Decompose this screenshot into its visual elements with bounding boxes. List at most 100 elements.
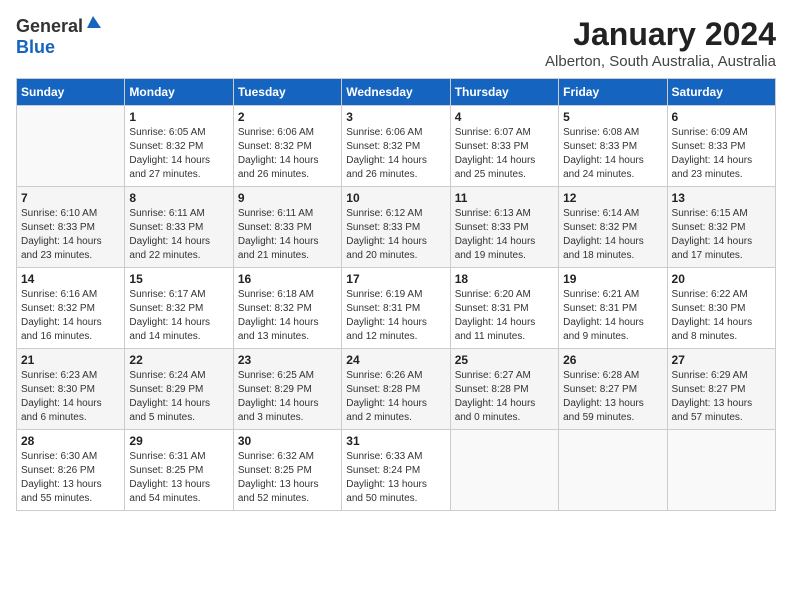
- cell-sunrise: Sunrise: 6:24 AM: [129, 369, 228, 383]
- cell-sunrise: Sunrise: 6:12 AM: [346, 207, 445, 221]
- cell-sunrise: Sunrise: 6:10 AM: [21, 207, 120, 221]
- calendar-week-row: 7 Sunrise: 6:10 AM Sunset: 8:33 PM Dayli…: [17, 187, 776, 268]
- cell-sunrise: Sunrise: 6:08 AM: [563, 126, 662, 140]
- day-number: 1: [129, 110, 228, 124]
- table-row: 13 Sunrise: 6:15 AM Sunset: 8:32 PM Dayl…: [667, 187, 775, 268]
- cell-daylight: Daylight: 14 hours and 26 minutes.: [346, 154, 445, 182]
- cell-sunrise: Sunrise: 6:09 AM: [672, 126, 771, 140]
- cell-sunrise: Sunrise: 6:32 AM: [238, 450, 337, 464]
- cell-sunset: Sunset: 8:29 PM: [238, 383, 337, 397]
- cell-daylight: Daylight: 14 hours and 18 minutes.: [563, 235, 662, 263]
- table-row: 12 Sunrise: 6:14 AM Sunset: 8:32 PM Dayl…: [559, 187, 667, 268]
- cell-sunset: Sunset: 8:33 PM: [563, 140, 662, 154]
- cell-sunrise: Sunrise: 6:15 AM: [672, 207, 771, 221]
- table-row: 28 Sunrise: 6:30 AM Sunset: 8:26 PM Dayl…: [17, 430, 125, 511]
- table-row: 23 Sunrise: 6:25 AM Sunset: 8:29 PM Dayl…: [233, 349, 341, 430]
- cell-sunrise: Sunrise: 6:30 AM: [21, 450, 120, 464]
- table-row: 2 Sunrise: 6:06 AM Sunset: 8:32 PM Dayli…: [233, 106, 341, 187]
- calendar-week-row: 1 Sunrise: 6:05 AM Sunset: 8:32 PM Dayli…: [17, 106, 776, 187]
- cell-daylight: Daylight: 14 hours and 23 minutes.: [672, 154, 771, 182]
- title-block: January 2024 Alberton, South Australia, …: [545, 16, 776, 70]
- table-row: 22 Sunrise: 6:24 AM Sunset: 8:29 PM Dayl…: [125, 349, 233, 430]
- table-row: 27 Sunrise: 6:29 AM Sunset: 8:27 PM Dayl…: [667, 349, 775, 430]
- table-row: 24 Sunrise: 6:26 AM Sunset: 8:28 PM Dayl…: [342, 349, 450, 430]
- cell-sunset: Sunset: 8:30 PM: [672, 302, 771, 316]
- page-header: General Blue January 2024 Alberton, Sout…: [16, 16, 776, 70]
- col-sunday: Sunday: [17, 79, 125, 106]
- cell-daylight: Daylight: 13 hours and 59 minutes.: [563, 397, 662, 425]
- cell-sunrise: Sunrise: 6:11 AM: [129, 207, 228, 221]
- table-row: 3 Sunrise: 6:06 AM Sunset: 8:32 PM Dayli…: [342, 106, 450, 187]
- day-number: 14: [21, 272, 120, 286]
- cell-daylight: Daylight: 13 hours and 57 minutes.: [672, 397, 771, 425]
- cell-sunrise: Sunrise: 6:29 AM: [672, 369, 771, 383]
- cell-sunrise: Sunrise: 6:06 AM: [238, 126, 337, 140]
- cell-sunset: Sunset: 8:31 PM: [346, 302, 445, 316]
- table-row: [450, 430, 558, 511]
- cell-sunrise: Sunrise: 6:33 AM: [346, 450, 445, 464]
- table-row: 8 Sunrise: 6:11 AM Sunset: 8:33 PM Dayli…: [125, 187, 233, 268]
- cell-daylight: Daylight: 13 hours and 50 minutes.: [346, 478, 445, 506]
- table-row: 16 Sunrise: 6:18 AM Sunset: 8:32 PM Dayl…: [233, 268, 341, 349]
- day-number: 11: [455, 191, 554, 205]
- cell-sunrise: Sunrise: 6:14 AM: [563, 207, 662, 221]
- location-subtitle: Alberton, South Australia, Australia: [545, 53, 776, 70]
- header-row: Sunday Monday Tuesday Wednesday Thursday…: [17, 79, 776, 106]
- table-row: 4 Sunrise: 6:07 AM Sunset: 8:33 PM Dayli…: [450, 106, 558, 187]
- cell-daylight: Daylight: 14 hours and 3 minutes.: [238, 397, 337, 425]
- cell-sunrise: Sunrise: 6:17 AM: [129, 288, 228, 302]
- table-row: 11 Sunrise: 6:13 AM Sunset: 8:33 PM Dayl…: [450, 187, 558, 268]
- cell-sunset: Sunset: 8:32 PM: [238, 140, 337, 154]
- day-number: 26: [563, 353, 662, 367]
- calendar-header: Sunday Monday Tuesday Wednesday Thursday…: [17, 79, 776, 106]
- cell-daylight: Daylight: 14 hours and 12 minutes.: [346, 316, 445, 344]
- table-row: [17, 106, 125, 187]
- cell-daylight: Daylight: 14 hours and 16 minutes.: [21, 316, 120, 344]
- cell-daylight: Daylight: 14 hours and 8 minutes.: [672, 316, 771, 344]
- calendar-body: 1 Sunrise: 6:05 AM Sunset: 8:32 PM Dayli…: [17, 106, 776, 511]
- day-number: 29: [129, 434, 228, 448]
- cell-sunrise: Sunrise: 6:13 AM: [455, 207, 554, 221]
- col-saturday: Saturday: [667, 79, 775, 106]
- cell-sunset: Sunset: 8:33 PM: [129, 221, 228, 235]
- cell-sunset: Sunset: 8:31 PM: [563, 302, 662, 316]
- cell-daylight: Daylight: 14 hours and 13 minutes.: [238, 316, 337, 344]
- col-tuesday: Tuesday: [233, 79, 341, 106]
- cell-sunset: Sunset: 8:33 PM: [672, 140, 771, 154]
- table-row: 19 Sunrise: 6:21 AM Sunset: 8:31 PM Dayl…: [559, 268, 667, 349]
- cell-daylight: Daylight: 14 hours and 5 minutes.: [129, 397, 228, 425]
- cell-sunrise: Sunrise: 6:31 AM: [129, 450, 228, 464]
- cell-daylight: Daylight: 14 hours and 26 minutes.: [238, 154, 337, 182]
- day-number: 12: [563, 191, 662, 205]
- month-title: January 2024: [545, 16, 776, 53]
- cell-daylight: Daylight: 14 hours and 14 minutes.: [129, 316, 228, 344]
- cell-sunrise: Sunrise: 6:26 AM: [346, 369, 445, 383]
- day-number: 31: [346, 434, 445, 448]
- calendar-table: Sunday Monday Tuesday Wednesday Thursday…: [16, 78, 776, 511]
- day-number: 15: [129, 272, 228, 286]
- table-row: 7 Sunrise: 6:10 AM Sunset: 8:33 PM Dayli…: [17, 187, 125, 268]
- day-number: 2: [238, 110, 337, 124]
- cell-daylight: Daylight: 14 hours and 21 minutes.: [238, 235, 337, 263]
- col-friday: Friday: [559, 79, 667, 106]
- cell-sunset: Sunset: 8:25 PM: [238, 464, 337, 478]
- cell-sunset: Sunset: 8:28 PM: [455, 383, 554, 397]
- cell-sunset: Sunset: 8:27 PM: [563, 383, 662, 397]
- table-row: 20 Sunrise: 6:22 AM Sunset: 8:30 PM Dayl…: [667, 268, 775, 349]
- cell-daylight: Daylight: 14 hours and 20 minutes.: [346, 235, 445, 263]
- table-row: 18 Sunrise: 6:20 AM Sunset: 8:31 PM Dayl…: [450, 268, 558, 349]
- cell-sunrise: Sunrise: 6:22 AM: [672, 288, 771, 302]
- cell-sunset: Sunset: 8:28 PM: [346, 383, 445, 397]
- cell-sunset: Sunset: 8:32 PM: [129, 140, 228, 154]
- table-row: 31 Sunrise: 6:33 AM Sunset: 8:24 PM Dayl…: [342, 430, 450, 511]
- cell-sunrise: Sunrise: 6:21 AM: [563, 288, 662, 302]
- cell-sunrise: Sunrise: 6:07 AM: [455, 126, 554, 140]
- day-number: 10: [346, 191, 445, 205]
- day-number: 24: [346, 353, 445, 367]
- cell-daylight: Daylight: 14 hours and 11 minutes.: [455, 316, 554, 344]
- col-thursday: Thursday: [450, 79, 558, 106]
- table-row: [667, 430, 775, 511]
- logo-general-text: General: [16, 16, 83, 37]
- cell-sunrise: Sunrise: 6:20 AM: [455, 288, 554, 302]
- cell-sunrise: Sunrise: 6:28 AM: [563, 369, 662, 383]
